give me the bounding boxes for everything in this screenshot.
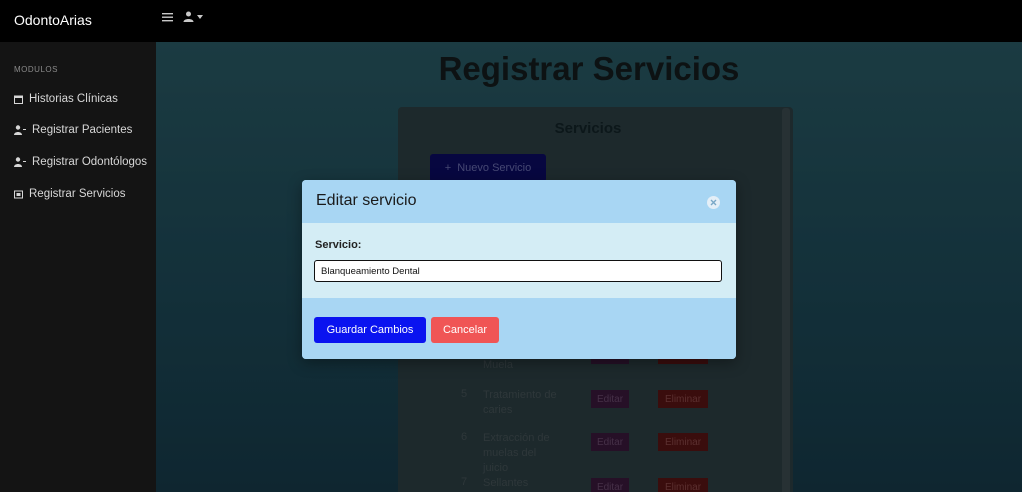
- service-icon: [14, 190, 23, 199]
- sidebar-item-label: Registrar Pacientes: [32, 124, 133, 136]
- sidebar-heading: MODULOS: [14, 65, 58, 74]
- modal-header: Editar servicio: [302, 180, 736, 223]
- user-add-icon: [14, 125, 26, 135]
- service-field-label: Servicio:: [315, 239, 362, 251]
- user-menu[interactable]: [183, 11, 203, 22]
- sidebar-item-historias[interactable]: Historias Clínicas: [14, 93, 118, 105]
- hamburger-icon[interactable]: [162, 12, 173, 22]
- sidebar: MODULOS Historias Clínicas Registrar Pac…: [0, 42, 156, 492]
- modal-title: Editar servicio: [316, 192, 417, 209]
- sidebar-item-label: Registrar Servicios: [29, 188, 126, 200]
- user-add-icon: [14, 157, 26, 167]
- sidebar-item-servicios[interactable]: Registrar Servicios: [14, 188, 126, 200]
- save-changes-button[interactable]: Guardar Cambios: [314, 317, 426, 343]
- close-icon[interactable]: [707, 196, 720, 209]
- chevron-down-icon: [197, 14, 203, 19]
- navbar-icons: [162, 11, 203, 22]
- modal-body: Servicio:: [302, 223, 736, 298]
- sidebar-item-odontologos[interactable]: Registrar Odontólogos: [14, 156, 147, 168]
- user-icon: [183, 11, 194, 22]
- brand-logo[interactable]: OdontoArias: [14, 12, 92, 28]
- cancel-button[interactable]: Cancelar: [431, 317, 499, 343]
- modal-footer: Guardar Cambios Cancelar: [302, 298, 736, 359]
- sidebar-item-pacientes[interactable]: Registrar Pacientes: [14, 124, 132, 136]
- sidebar-item-label: Registrar Odontólogos: [32, 156, 148, 168]
- top-navbar: OdontoArias: [0, 0, 1022, 42]
- edit-service-modal: Editar servicio Servicio: Guardar Cambio…: [302, 180, 736, 359]
- sidebar-item-label: Historias Clínicas: [29, 93, 118, 105]
- service-input[interactable]: [314, 260, 722, 282]
- calendar-icon: [14, 95, 23, 104]
